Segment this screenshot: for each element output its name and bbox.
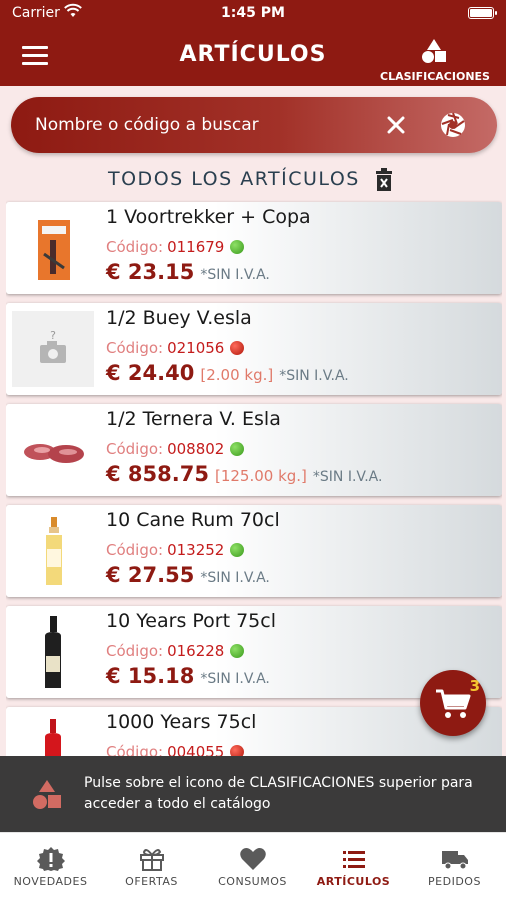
product-code-row: Código: 011679 [106, 238, 245, 256]
tax-note: *SIN I.V.A. [279, 368, 349, 384]
toast-message: Pulse sobre el icono de CLASIFICACIONES … [84, 775, 473, 812]
product-card[interactable]: ? 1/2 Buey V.esla Código: 021056 € 24.40 [… [6, 303, 502, 395]
info-toast: Pulse sobre el icono de CLASIFICACIONES … [0, 756, 506, 832]
section-header: TODOS LOS ARTÍCULOS [0, 164, 506, 198]
product-code: 021056 [167, 339, 225, 357]
price-row: € 858.75 [125.00 kg.] *SIN I.V.A. [106, 462, 382, 486]
product-price: € 24.40 [106, 361, 195, 385]
product-price: € 27.55 [106, 563, 195, 587]
code-label: Código: [106, 440, 164, 458]
stock-status-dot [230, 644, 245, 658]
gift-icon [139, 849, 164, 871]
product-name: 10 Years Port 75cl [106, 610, 276, 632]
product-name: 1 Voortrekker + Copa [106, 206, 311, 228]
product-image [45, 616, 61, 688]
shapes-icon [422, 39, 446, 63]
product-code: 008802 [167, 440, 225, 458]
product-code-row: Código: 016228 [106, 642, 245, 660]
product-weight: [125.00 kg.] [214, 467, 307, 485]
clear-search-button[interactable] [382, 111, 410, 139]
code-label: Código: [106, 339, 164, 357]
clock: 1:45 PM [221, 5, 285, 21]
hamburger-icon [22, 46, 48, 49]
product-image [38, 220, 70, 280]
bottom-tab-bar: NOVEDADES OFERTAS CONSUMOS ARTÍCULOS PED… [0, 832, 506, 900]
product-image [45, 719, 61, 756]
product-card[interactable]: 1 Voortrekker + Copa Código: 011679 € 23.… [6, 202, 502, 294]
heart-icon [239, 848, 266, 870]
trash-icon[interactable] [374, 168, 394, 192]
tax-note: *SIN I.V.A. [200, 570, 270, 586]
svg-text:?: ? [50, 329, 56, 342]
clasificaciones-label: CLASIFICACIONES [380, 70, 490, 83]
battery-icon [468, 7, 497, 19]
search-bar [11, 97, 497, 153]
stock-status-dot [230, 543, 245, 557]
cart-count-badge: 3 [469, 677, 480, 695]
tab-consumos[interactable]: CONSUMOS [202, 833, 303, 900]
product-name: 1/2 Buey V.esla [106, 307, 252, 329]
stock-status-dot [230, 341, 245, 355]
cart-icon [436, 689, 471, 718]
tab-label: NOVEDADES [13, 875, 88, 888]
tab-articulos[interactable]: ARTÍCULOS [303, 833, 404, 900]
shapes-icon [33, 780, 61, 809]
tab-label: PEDIDOS [428, 875, 481, 888]
tab-label: ARTÍCULOS [316, 875, 391, 888]
tab-ofertas[interactable]: OFERTAS [101, 833, 202, 900]
product-code-row: Código: 013252 [106, 541, 245, 559]
tab-label: CONSUMOS [218, 875, 287, 888]
status-bar: Carrier 1:45 PM [0, 0, 506, 28]
product-price: € 15.18 [106, 664, 195, 688]
product-code-row: Código: 021056 [106, 339, 245, 357]
product-code: 004055 [167, 743, 225, 756]
product-name: 1/2 Ternera V. Esla [106, 408, 281, 430]
product-card[interactable]: 1/2 Ternera V. Esla Código: 008802 € 858.… [6, 404, 502, 496]
price-row: € 23.15 *SIN I.V.A. [106, 260, 270, 284]
price-row: € 24.40 [2.00 kg.] *SIN I.V.A. [106, 361, 349, 385]
tax-note: *SIN I.V.A. [200, 267, 270, 283]
code-label: Código: [106, 238, 164, 256]
product-price: € 23.15 [106, 260, 195, 284]
tax-note: *SIN I.V.A. [312, 469, 383, 485]
list-icon [342, 851, 365, 868]
product-weight: [2.00 kg.] [200, 366, 274, 384]
code-label: Código: [106, 743, 164, 756]
aperture-icon [441, 112, 465, 137]
tax-note: *SIN I.V.A. [200, 671, 270, 687]
product-image [24, 444, 84, 463]
badge-alert-icon [36, 847, 65, 871]
clasificaciones-button[interactable]: CLASIFICACIONES [380, 38, 490, 83]
code-label: Código: [106, 541, 164, 559]
product-code: 013252 [167, 541, 225, 559]
price-row: € 27.55 *SIN I.V.A. [106, 563, 270, 587]
product-code-row: Código: 004055 [106, 743, 245, 756]
product-image-placeholder: ? [12, 311, 94, 387]
stock-status-dot [230, 745, 245, 756]
close-icon [387, 116, 405, 134]
tab-novedades[interactable]: NOVEDADES [0, 833, 101, 900]
section-title: TODOS LOS ARTÍCULOS [108, 168, 360, 190]
price-row: € 15.18 *SIN I.V.A. [106, 664, 270, 688]
product-name: 10 Cane Rum 70cl [106, 509, 280, 531]
product-code-row: Código: 008802 [106, 440, 245, 458]
product-name: 1000 Years 75cl [106, 711, 257, 733]
code-label: Código: [106, 642, 164, 660]
truck-icon [441, 851, 468, 870]
top-nav-bar: ARTÍCULOS CLASIFICACIONES [0, 28, 506, 86]
stock-status-dot [230, 442, 245, 456]
scan-button[interactable] [439, 111, 467, 139]
stock-status-dot [230, 240, 245, 254]
tab-label: OFERTAS [125, 875, 178, 888]
cart-button[interactable]: 3 [420, 670, 486, 736]
product-price: € 858.75 [106, 462, 209, 486]
product-image [46, 517, 62, 585]
search-input[interactable] [35, 110, 365, 140]
tab-pedidos[interactable]: PEDIDOS [404, 833, 505, 900]
product-card[interactable]: 10 Cane Rum 70cl Código: 013252 € 27.55 *S… [6, 505, 502, 597]
menu-button[interactable] [22, 46, 48, 66]
product-code: 011679 [167, 238, 225, 256]
product-code: 016228 [167, 642, 225, 660]
product-list[interactable]: 1 Voortrekker + Copa Código: 011679 € 23.… [6, 200, 502, 756]
